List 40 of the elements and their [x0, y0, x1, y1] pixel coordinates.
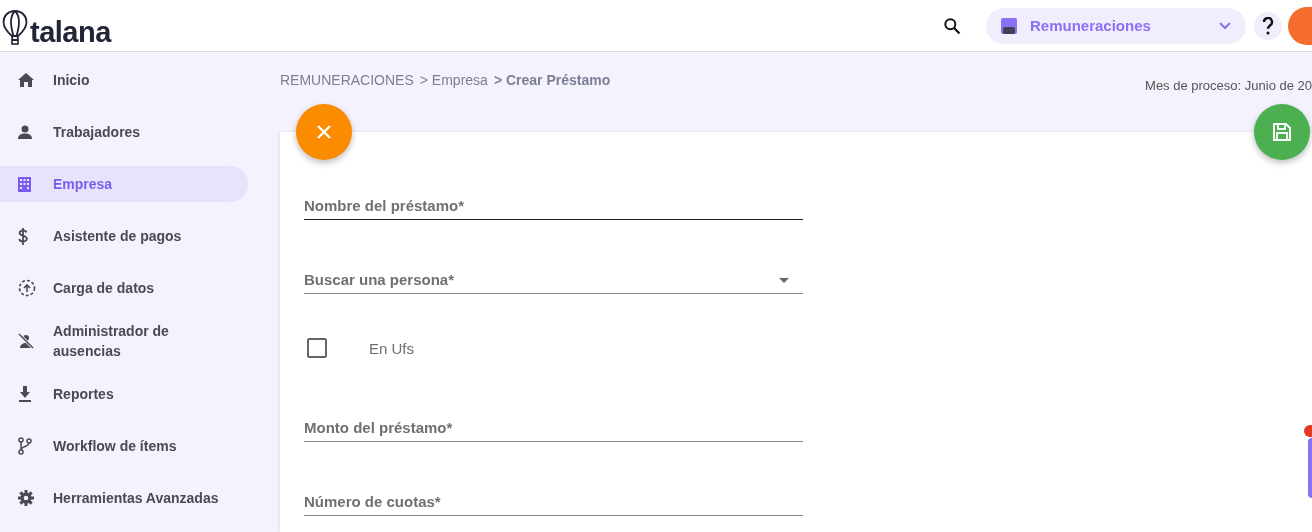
question-icon — [1262, 16, 1274, 35]
help-button[interactable] — [1254, 11, 1282, 40]
text-field[interactable]: Nombre del préstamo* — [304, 192, 803, 220]
search-icon[interactable] — [942, 15, 962, 36]
checkbox-label: En Ufs — [369, 339, 414, 357]
user-avatar[interactable] — [1288, 6, 1312, 45]
sidebar-item[interactable]: Empresa — [0, 166, 248, 202]
home-icon — [18, 73, 34, 87]
person-off-icon — [18, 333, 34, 349]
select-field[interactable]: Buscar una persona* — [304, 266, 803, 294]
dropdown-arrow-icon[interactable] — [779, 278, 789, 283]
upload-circle-icon — [18, 279, 36, 297]
sidebar-item[interactable]: Inicio — [0, 62, 248, 98]
logo[interactable]: talana — [30, 17, 111, 47]
process-month: Mes de proceso: Junio de 20 — [1145, 78, 1312, 95]
breadcrumb: > Crear Préstamo — [493, 72, 611, 90]
building-icon — [18, 176, 31, 192]
chevron-down-icon — [1218, 20, 1232, 31]
close-icon — [317, 125, 331, 139]
breadcrumb[interactable]: REMUNERACIONES — [280, 72, 414, 132]
text-field[interactable]: Monto del préstamo* — [304, 414, 803, 442]
checkbox[interactable] — [307, 338, 327, 358]
side-tab[interactable] — [1308, 438, 1312, 498]
gear-icon — [18, 490, 34, 506]
download-icon — [18, 386, 32, 402]
sidebar-item[interactable]: Asistente de pagos — [0, 218, 248, 254]
sidebar-item[interactable]: Trabajadores — [0, 114, 248, 150]
sidebar-item[interactable]: Carga de datos — [0, 270, 248, 306]
sidebar-item[interactable]: Herramientas Avanzadas — [0, 480, 248, 516]
save-button[interactable] — [1254, 104, 1310, 160]
dollar-icon — [18, 227, 28, 245]
sidebar-item[interactable]: Workflow de ítems — [0, 428, 248, 464]
breadcrumb[interactable]: > Empresa — [419, 72, 488, 132]
branch-icon — [18, 437, 32, 455]
balloon-icon — [2, 8, 28, 47]
module-icon — [1000, 16, 1018, 35]
sidebar-item[interactable]: Reportes — [0, 376, 248, 412]
person-icon — [18, 125, 32, 139]
sidebar-item[interactable]: Administrador de ausencias — [0, 322, 248, 360]
text-field[interactable]: Número de cuotas* — [304, 488, 803, 516]
